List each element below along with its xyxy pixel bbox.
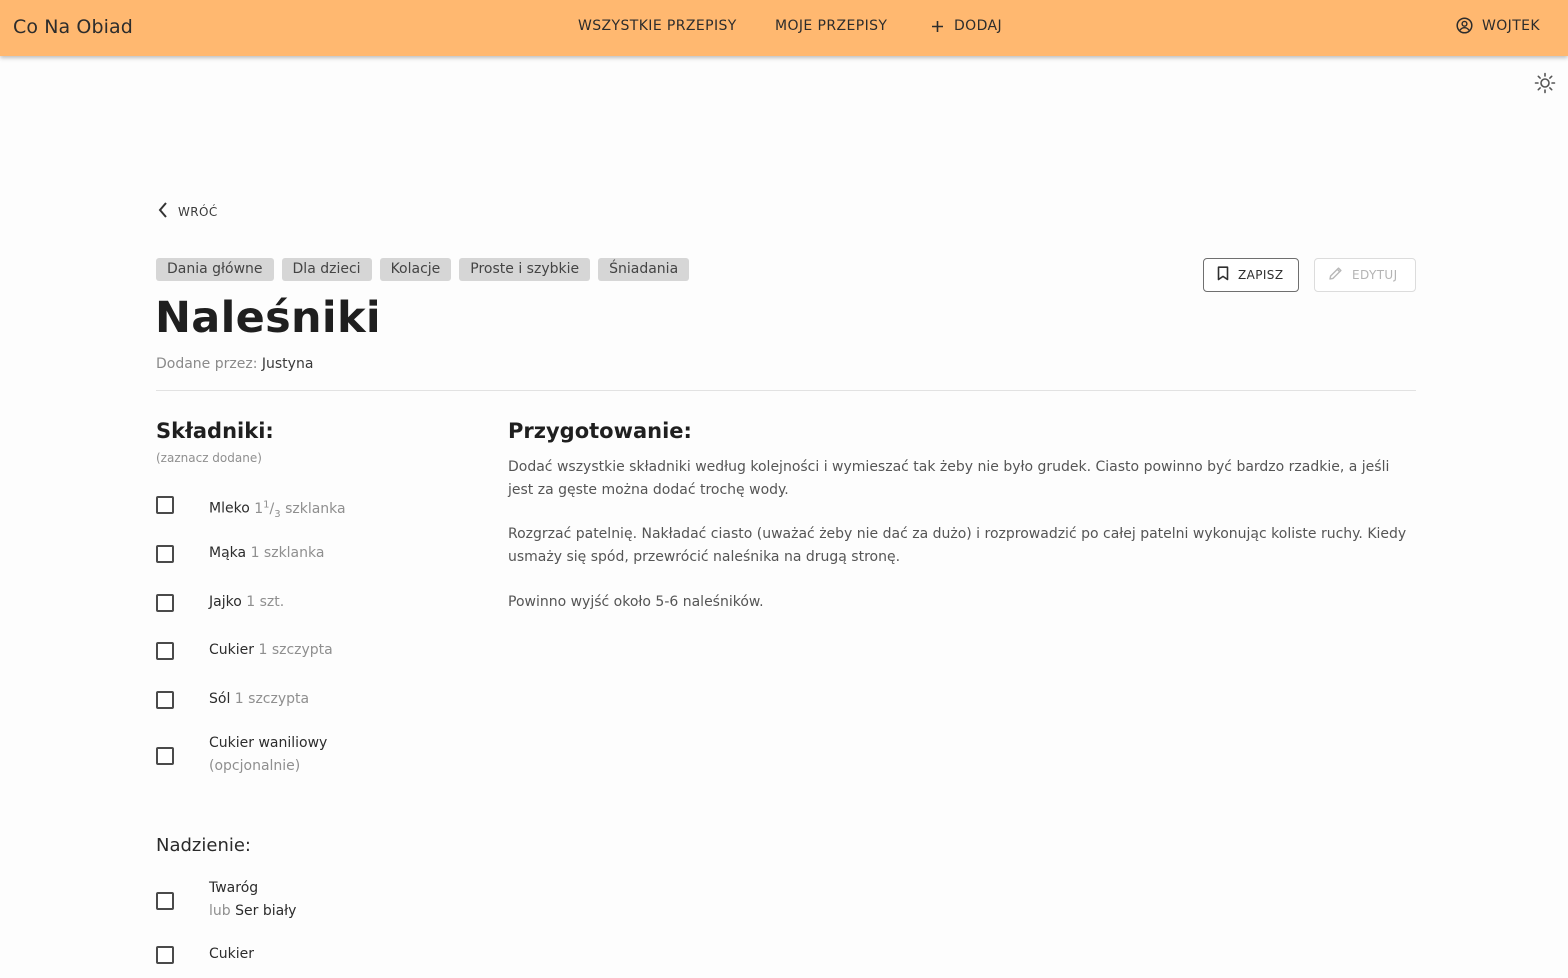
nav-all-recipes[interactable]: WSZYSTKIE PRZEPISY <box>578 18 737 34</box>
ingredient-qty: 1 szklanka <box>250 545 325 561</box>
ingredient-item[interactable]: Cukier 1 szczypta <box>156 641 486 661</box>
theme-toggle-button[interactable] <box>1533 71 1557 99</box>
user-name: WOJTEK <box>1482 17 1540 34</box>
ingredients-hint: (zaznacz dodane) <box>156 451 262 465</box>
ingredient-note: (opcjonalnie) <box>209 758 301 774</box>
tag-chip[interactable]: Dla dzieci <box>281 258 372 281</box>
save-label: ZAPISZ <box>1238 268 1284 282</box>
ingredient-item[interactable]: Sól 1 szczypta <box>156 690 486 710</box>
ingredient-qty: 1 szczypta <box>258 642 333 658</box>
ingredient-name: Mąka <box>209 545 247 561</box>
edit-button[interactable]: EDYTUJ <box>1314 258 1416 292</box>
nav-add-recipe[interactable]: DODAJ <box>931 18 1002 34</box>
ingredient-item[interactable]: Cukier waniliowy (opcjonalnie) <box>156 735 486 774</box>
author-prefix: Dodane przez: <box>156 356 258 372</box>
filling-heading: Nadzienie: <box>156 835 251 856</box>
recipe-author: Dodane przez: Justyna <box>156 356 313 372</box>
pencil-icon <box>1328 266 1343 284</box>
sun-icon <box>1533 72 1557 99</box>
ingredient-name: Cukier <box>209 642 255 658</box>
ingredient-checkbox[interactable] <box>156 545 174 563</box>
ingredient-checkbox[interactable] <box>156 594 174 612</box>
ingredient-checkbox[interactable] <box>156 496 174 514</box>
ingredient-name: Twaróg <box>209 880 259 896</box>
ingredient-label: Mąka 1 szklanka <box>209 542 324 565</box>
filling-item[interactable]: Twaróg lub Ser biały <box>156 880 486 919</box>
preparation-heading: Przygotowanie: <box>508 419 692 443</box>
ingredient-item[interactable]: Jajko 1 szt. <box>156 593 486 613</box>
top-app-bar: Co Na Obiad WSZYSTKIE PRZEPISY MOJE PRZE… <box>0 0 1568 56</box>
user-menu[interactable]: WOJTEK <box>1456 17 1540 34</box>
ingredient-qty: 1 szt. <box>246 594 285 610</box>
ingredient-label: Sól 1 szczypta <box>209 688 309 711</box>
brand-logo[interactable]: Co Na Obiad <box>13 16 133 38</box>
ingredient-checkbox[interactable] <box>156 642 174 660</box>
ingredient-name: Cukier <box>209 946 255 962</box>
preparation-step: Powinno wyjść około 5-6 naleśników. <box>508 594 764 610</box>
ingredient-checkbox[interactable] <box>156 747 174 765</box>
alt-prefix: lub <box>209 903 231 919</box>
ingredient-name: Mleko <box>209 500 250 517</box>
qty-denominator: 3 <box>274 508 281 520</box>
qty-whole: 1 <box>254 500 264 517</box>
divider <box>156 390 1416 391</box>
tag-chip[interactable]: Dania główne <box>156 258 274 281</box>
qty-numerator: 1 <box>263 499 270 510</box>
tag-chip[interactable]: Śniadania <box>598 258 690 281</box>
ingredient-checkbox[interactable] <box>156 892 174 910</box>
bookmark-icon <box>1217 266 1229 284</box>
nav-add-label: DODAJ <box>954 18 1003 34</box>
tag-chip[interactable]: Proste i szybkie <box>459 258 591 281</box>
qty-unit: szklanka <box>285 500 346 517</box>
ingredient-name: Cukier waniliowy <box>209 735 328 751</box>
preparation-step: Rozgrzać patelnię. Nakładać ciasto (uważ… <box>508 526 1407 565</box>
account-circle-icon <box>1456 17 1473 34</box>
ingredient-checkbox[interactable] <box>156 946 174 964</box>
ingredient-label: Cukier waniliowy (opcjonalnie) <box>209 732 327 778</box>
ingredient-qty: 1 szczypta <box>234 691 310 707</box>
ingredient-name: Sól <box>209 691 231 707</box>
tag-chip[interactable]: Kolacje <box>379 258 452 281</box>
author-name: Justyna <box>261 356 314 372</box>
preparation-step: Dodać wszystkie składniki według kolejno… <box>508 459 1390 498</box>
edit-label: EDYTUJ <box>1352 268 1398 282</box>
ingredient-item[interactable]: Mąka 1 szklanka <box>156 544 486 564</box>
back-label: WRÓĆ <box>178 205 218 219</box>
ingredient-alternative: Ser biały <box>235 903 297 919</box>
chevron-left-icon <box>156 201 170 223</box>
back-link[interactable]: WRÓĆ <box>156 201 218 223</box>
ingredient-label: Jajko 1 szt. <box>209 591 284 614</box>
ingredients-heading: Składniki: <box>156 419 274 443</box>
ingredient-label: Cukier 1 szczypta <box>209 639 333 662</box>
recipe-title: Naleśniki <box>155 293 381 343</box>
ingredient-checkbox[interactable] <box>156 691 174 709</box>
save-button[interactable]: ZAPISZ <box>1203 258 1299 292</box>
ingredient-item[interactable]: Mleko 11/3 szklanka <box>156 495 486 519</box>
ingredient-label: Mleko 11/3 szklanka <box>209 493 346 525</box>
ingredient-name: Jajko <box>209 594 242 610</box>
plus-icon <box>931 20 944 33</box>
ingredient-qty: 11/3 szklanka <box>254 499 346 520</box>
ingredient-label: Twaróg lub Ser biały <box>209 877 296 923</box>
filling-item[interactable]: Cukier <box>156 945 486 965</box>
nav-my-recipes[interactable]: MOJE PRZEPISY <box>775 18 887 34</box>
ingredient-label: Cukier <box>209 943 254 966</box>
category-tags: Dania główne Dla dzieci Kolacje Proste i… <box>156 258 690 281</box>
